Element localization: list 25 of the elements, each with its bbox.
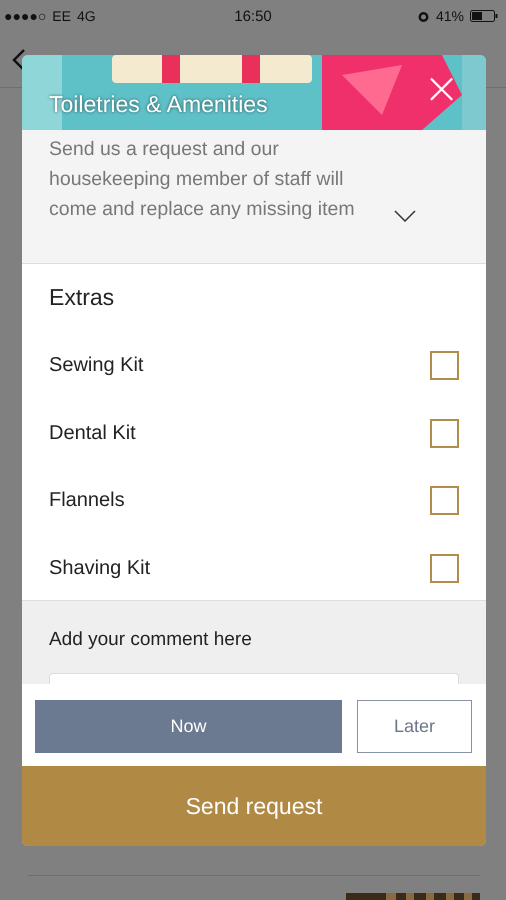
description-text: Send us a request and our housekeeping member of staff will come and replace any missing item: [49, 137, 356, 222]
section-heading: Extras: [49, 284, 116, 312]
item-label: Dental Kit: [49, 422, 136, 445]
battery-percent: 41%: [436, 8, 464, 24]
checkbox[interactable]: [430, 486, 459, 516]
timing-button[interactable]: Later: [357, 700, 472, 753]
chevron-down-icon[interactable]: [394, 210, 416, 222]
close-button[interactable]: ×: [423, 69, 460, 109]
clock: 16:50: [234, 8, 272, 24]
item-label: Sewing Kit: [49, 354, 144, 378]
battery-icon: [470, 10, 498, 22]
comment-label: Add your comment here: [49, 629, 253, 651]
checkbox[interactable]: [430, 554, 459, 583]
item-label: Flannels: [49, 489, 125, 512]
checkbox[interactable]: [430, 351, 459, 380]
send-request-button[interactable]: Send request: [22, 766, 486, 846]
signal-strength: ●●●●○: [4, 8, 46, 24]
alarm-icon: [416, 10, 430, 22]
back-icon[interactable]: [12, 48, 26, 72]
carrier-name: EE: [52, 8, 71, 24]
timing-button[interactable]: Now: [35, 700, 342, 753]
checkbox[interactable]: [430, 418, 459, 448]
item-label: Shaving Kit: [49, 556, 150, 580]
network-type: 4G: [76, 8, 96, 24]
dialog-title: Toiletries & Amenities: [49, 91, 268, 118]
